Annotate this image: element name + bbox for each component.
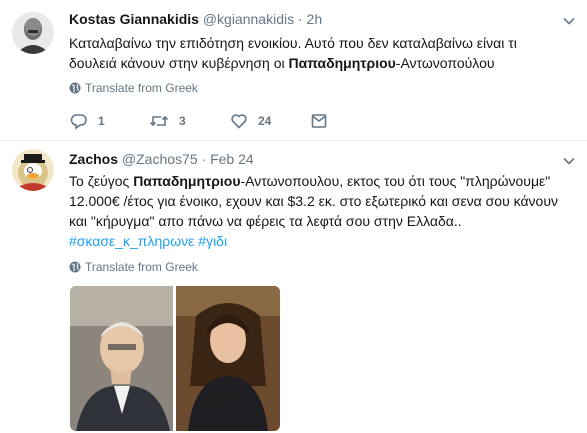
- translate-label[interactable]: Translate from Greek: [85, 81, 198, 95]
- avatar[interactable]: [12, 149, 54, 191]
- display-name[interactable]: Zachos: [69, 151, 118, 167]
- timestamp[interactable]: Feb 24: [210, 151, 254, 167]
- direct-message-button[interactable]: [310, 111, 328, 131]
- hashtag-link[interactable]: #σκασε_κ_πληρωνε: [69, 233, 194, 249]
- tweet[interactable]: Kostas Giannakidis @kgiannakidis · 2h Κα…: [0, 0, 587, 141]
- reply-button[interactable]: 1: [70, 111, 105, 131]
- tweet-photo[interactable]: [70, 286, 280, 431]
- separator-dot: ·: [201, 151, 207, 167]
- tweet-text-line: Το ζεύγος Παπαδημητριου-Αντωνοπουλου, εκ…: [69, 171, 550, 191]
- photo-collage-image: [70, 286, 280, 431]
- tweet-header: Kostas Giannakidis @kgiannakidis · 2h: [69, 10, 322, 28]
- tweet[interactable]: Zachos @Zachos75 · Feb 24 Το ζεύγος Παπα…: [0, 141, 587, 433]
- retweet-button[interactable]: 3: [149, 111, 186, 131]
- envelope-icon: [311, 114, 327, 128]
- bald-man-avatar-icon: [12, 12, 54, 54]
- text-segment: δουλειά κάνουν στην κυβέρνηση οι: [69, 55, 289, 71]
- chevron-down-icon[interactable]: [562, 14, 576, 28]
- text-segment: -Αντωνοπουλου, εκτος του ότι τους "πληρώ…: [240, 173, 551, 189]
- like-button[interactable]: 24: [230, 111, 271, 131]
- tweet-text-line: και "κήρυγμα" απο πάνω να φέρεις τα λεφτ…: [69, 213, 462, 229]
- user-handle[interactable]: @Zachos75: [122, 151, 198, 167]
- bold-name: Παπαδημητριου: [288, 55, 396, 71]
- tweet-text-line: δουλειά κάνουν στην κυβέρνηση οι Παπαδημ…: [69, 53, 495, 73]
- translate-link[interactable]: Translate from Greek: [69, 80, 198, 96]
- display-name[interactable]: Kostas Giannakidis: [69, 11, 199, 27]
- tweet-header: Zachos @Zachos75 · Feb 24: [69, 150, 254, 168]
- retweet-count: 3: [179, 114, 186, 128]
- translate-link[interactable]: Translate from Greek: [69, 259, 198, 275]
- separator-dot: ·: [297, 11, 303, 27]
- reply-count: 1: [98, 114, 105, 128]
- text-segment: -Αντωνοπούλου: [395, 55, 495, 71]
- tweet-text-line: 12.000€ /έτος για ένοικο, εχουν και $3.2…: [69, 193, 559, 209]
- tweet-actions: 1 3 24: [70, 111, 370, 131]
- translate-label[interactable]: Translate from Greek: [85, 260, 198, 274]
- reply-icon: [70, 114, 87, 130]
- avatar[interactable]: [12, 12, 54, 54]
- tweet-text-line: Καταλαβαίνω την επιδότηση ενοικίου. Αυτό…: [69, 35, 517, 51]
- chevron-down-icon[interactable]: [562, 154, 576, 168]
- globe-icon: [69, 261, 81, 273]
- timestamp[interactable]: 2h: [307, 11, 323, 27]
- bold-name: Παπαδημητριου: [133, 173, 241, 189]
- scrooge-mcduck-avatar-icon: [12, 149, 54, 191]
- text-segment: Το ζεύγος: [69, 173, 134, 189]
- retweet-icon: [149, 115, 169, 127]
- hashtags-line: #σκασε_κ_πληρωνε #γιδι: [69, 231, 227, 251]
- like-count: 24: [258, 114, 272, 128]
- globe-icon: [69, 82, 81, 94]
- hashtag-link[interactable]: #γιδι: [198, 233, 227, 249]
- heart-icon: [231, 114, 247, 129]
- user-handle[interactable]: @kgiannakidis: [203, 11, 294, 27]
